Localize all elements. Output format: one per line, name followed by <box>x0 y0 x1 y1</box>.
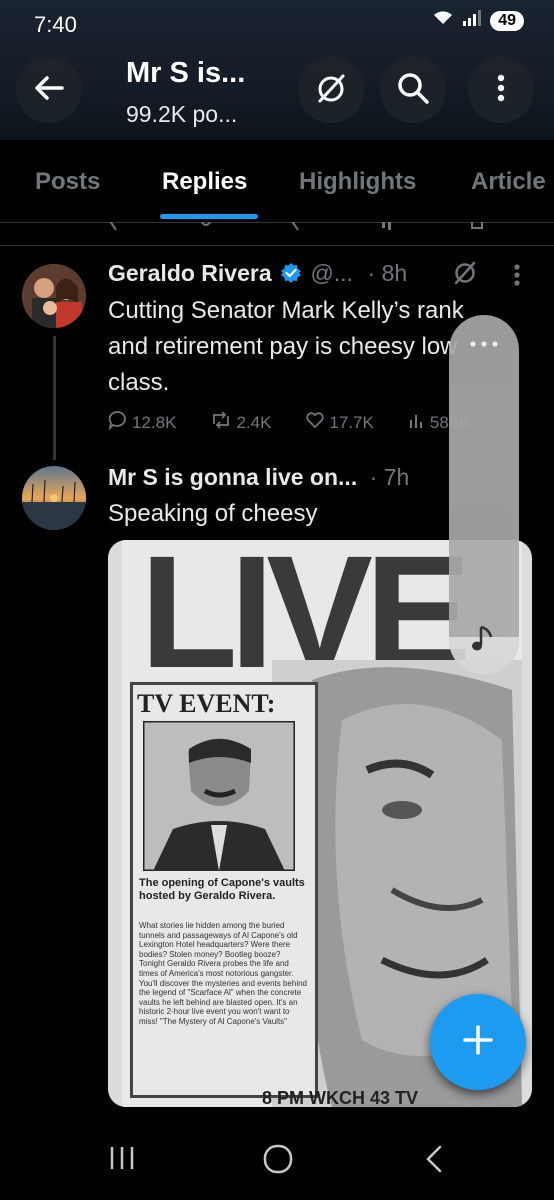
active-tab-indicator <box>160 214 258 219</box>
repost-icon <box>210 410 232 435</box>
tab-highlights[interactable]: Highlights <box>299 168 416 196</box>
status-icons: 49 <box>432 10 524 31</box>
tweet-1-actions: 12.8K 2.4K 17.7K 586K <box>108 410 504 435</box>
signal-icon <box>462 10 482 31</box>
reply-button[interactable]: 12.8K <box>108 410 176 435</box>
reply-count: 12.8K <box>132 412 177 432</box>
heart-icon <box>305 410 325 435</box>
post-more-icon[interactable] <box>512 263 522 292</box>
tab-articles[interactable]: Article <box>471 168 546 196</box>
search-icon <box>395 70 431 111</box>
avatar-geraldo[interactable] <box>22 264 86 328</box>
author-handle[interactable]: @... <box>311 260 354 286</box>
panel-menu-dots-icon[interactable] <box>469 335 499 353</box>
tweet-1-header: Geraldo Rivera @... · 8h <box>108 260 407 289</box>
tab-posts[interactable]: Posts <box>35 168 100 196</box>
battery-indicator: 49 <box>490 10 524 31</box>
back-nav-icon[interactable] <box>424 1144 444 1179</box>
post-count: 99.2K po... <box>126 101 238 127</box>
system-navigation-bar <box>0 1110 554 1200</box>
thread-connector <box>53 336 56 460</box>
search-button[interactable] <box>380 57 446 123</box>
music-note-icon[interactable] <box>471 623 497 658</box>
geraldo-photo <box>143 721 295 871</box>
wifi-icon <box>432 10 454 31</box>
author-name[interactable]: Geraldo Rivera <box>108 260 272 286</box>
avatar-mr-s[interactable] <box>22 466 86 530</box>
tab-replies[interactable]: Replies <box>162 168 247 196</box>
broadcast-footer: 8 PM WKCH 43 TV <box>262 1088 419 1107</box>
more-options-button[interactable] <box>468 57 534 123</box>
tweet-1-text: Cutting Senator Mark Kelly’s rank and re… <box>108 297 464 396</box>
grok-post-icon[interactable] <box>451 258 479 291</box>
recents-icon[interactable] <box>108 1145 136 1176</box>
post-divider <box>0 245 554 246</box>
grok-button[interactable] <box>298 57 364 123</box>
tv-event-label: TV EVENT: <box>137 689 276 718</box>
back-arrow-icon <box>32 71 66 110</box>
profile-name-title: Mr S is... <box>126 57 246 89</box>
reply-icon <box>108 410 128 435</box>
like-count: 17.7K <box>329 412 374 432</box>
home-icon[interactable] <box>262 1143 294 1180</box>
caption-body: What stories lie hidden among the buried… <box>139 921 307 1026</box>
floating-media-panel[interactable] <box>449 315 519 675</box>
post-time-2[interactable]: · 7h <box>370 464 410 490</box>
verified-badge-icon <box>280 262 302 289</box>
tweet-2-text: Speaking of cheesy <box>108 500 318 527</box>
tweet-2-header: Mr S is gonna live on... · 7h <box>108 464 409 491</box>
like-button[interactable]: 17.7K <box>305 410 374 435</box>
repost-button[interactable]: 2.4K <box>210 410 271 435</box>
tv-event-box: TV EVENT: The opening of Capone's vaults… <box>130 682 318 1098</box>
views-icon <box>408 411 426 434</box>
author-name-2[interactable]: Mr S is gonna live on... <box>108 464 357 490</box>
profile-tabs: Posts Replies Highlights Article <box>0 140 554 223</box>
status-bar: 7:40 49 <box>0 0 554 40</box>
caption-title: The opening of Capone's vaults hosted by… <box>139 877 305 902</box>
plus-icon <box>462 1024 494 1061</box>
compose-post-button[interactable] <box>430 994 526 1090</box>
post-time[interactable]: · 8h <box>368 260 408 286</box>
repost-count: 2.4K <box>236 412 272 432</box>
status-time: 7:40 <box>34 12 77 37</box>
previous-post-actions-clipped <box>100 222 530 244</box>
back-button[interactable] <box>16 57 82 123</box>
grok-icon <box>313 70 349 111</box>
vertical-dots-icon <box>496 73 506 108</box>
